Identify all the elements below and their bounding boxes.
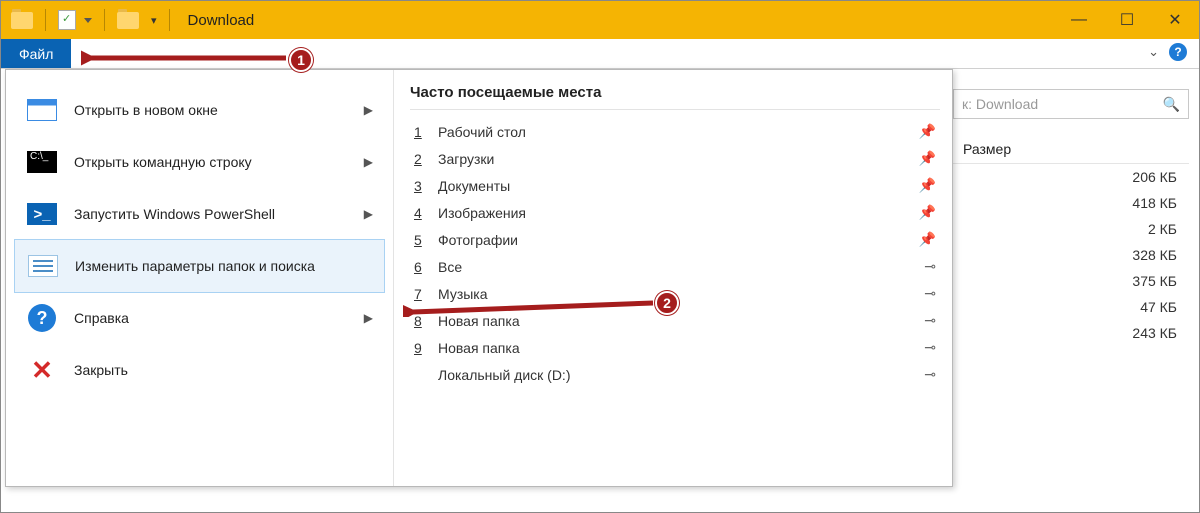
file-size-cell: 243 КБ <box>953 320 1189 346</box>
file-menu-item-2[interactable]: >_ Запустить Windows PowerShell ▶ <box>6 188 393 240</box>
maximize-button[interactable]: ☐ <box>1103 1 1151 39</box>
search-icon[interactable]: 🔍 <box>1163 96 1180 113</box>
file-menu-item-1[interactable]: C:\_ Открыть командную строку ▶ <box>6 136 393 188</box>
file-menu-item-label: Открыть командную строку <box>74 154 252 170</box>
annotation-arrow-2 <box>403 291 658 317</box>
opts-icon <box>25 250 61 282</box>
pin-icon[interactable]: 📌 <box>919 123 936 140</box>
window-icon <box>24 94 60 126</box>
separator <box>169 9 170 31</box>
file-size-cell: 206 КБ <box>953 164 1189 190</box>
frequent-place-item[interactable]: 6 Все ⊸ <box>410 253 940 280</box>
separator <box>45 9 46 31</box>
frequent-place-number: 9 <box>414 340 432 356</box>
file-size-list: 206 КБ418 КБ2 КБ328 КБ375 КБ47 КБ243 КБ <box>953 164 1189 346</box>
file-size-cell: 375 КБ <box>953 268 1189 294</box>
submenu-arrow-icon: ▶ <box>364 207 381 221</box>
cmd-icon: C:\_ <box>24 146 60 178</box>
frequent-place-number: 3 <box>414 178 432 194</box>
annotation-arrow-1 <box>81 48 291 68</box>
file-size-cell: 2 КБ <box>953 216 1189 242</box>
submenu-arrow-icon: ▶ <box>364 311 381 325</box>
frequent-place-label: Локальный диск (D:) <box>438 367 571 383</box>
close-icon: ✕ <box>24 354 60 386</box>
frequent-place-label: Все <box>438 259 462 275</box>
frequent-place-item[interactable]: 2 Загрузки 📌 <box>410 145 940 172</box>
frequent-place-number: 5 <box>414 232 432 248</box>
qat-dropdown-icon[interactable] <box>84 18 92 23</box>
pin-icon[interactable]: 📌 <box>919 204 936 221</box>
close-button[interactable]: ✕ <box>1151 1 1199 39</box>
frequent-place-item[interactable]: 9 Новая папка ⊸ <box>410 334 940 361</box>
search-input[interactable]: к: Download 🔍 <box>953 89 1189 119</box>
help-icon[interactable]: ? <box>1169 43 1187 61</box>
search-placeholder: к: Download <box>962 96 1038 112</box>
window-title: Download <box>188 12 255 29</box>
ribbon-right-controls: ⌄ ? <box>1148 43 1187 61</box>
frequent-place-label: Загрузки <box>438 151 494 167</box>
minimize-button[interactable]: — <box>1055 1 1103 39</box>
file-menu-commands: Открыть в новом окне ▶ C:\_ Открыть командн… <box>6 70 394 486</box>
file-menu-item-label: Справка <box>74 310 129 326</box>
pin-icon[interactable]: 📌 <box>919 231 936 248</box>
file-menu-item-4[interactable]: ? Справка ▶ <box>6 292 393 344</box>
file-menu-item-3[interactable]: Изменить параметры папок и поиска <box>14 239 385 293</box>
submenu-arrow-icon: ▶ <box>364 103 381 117</box>
file-menu-item-label: Открыть в новом окне <box>74 102 218 118</box>
file-size-cell: 328 КБ <box>953 242 1189 268</box>
pin-icon[interactable]: 📌 <box>919 177 936 194</box>
frequent-place-label: Новая папка <box>438 340 520 356</box>
file-menu-item-0[interactable]: Открыть в новом окне ▶ <box>6 84 393 136</box>
frequent-place-number: 1 <box>414 124 432 140</box>
file-menu-item-label: Закрыть <box>74 362 128 378</box>
chevron-down-icon[interactable]: ⌄ <box>1148 44 1159 60</box>
file-menu-dropdown: Открыть в новом окне ▶ C:\_ Открыть командн… <box>5 69 953 487</box>
pin-icon[interactable]: ⊸ <box>924 339 936 356</box>
frequent-place-number: 2 <box>414 151 432 167</box>
ribbon-toggle-icon[interactable]: ▾ <box>151 14 157 27</box>
folder-icon <box>11 12 33 29</box>
window-controls: — ☐ ✕ <box>1055 1 1199 39</box>
pin-icon[interactable]: ⊸ <box>924 366 936 383</box>
file-size-cell: 47 КБ <box>953 294 1189 320</box>
file-menu-item-label: Изменить параметры папок и поиска <box>75 258 315 274</box>
quick-access-toolbar: ▾ <box>1 9 174 31</box>
pin-icon[interactable]: ⊸ <box>924 312 936 329</box>
frequent-place-item[interactable]: 1 Рабочий стол 📌 <box>410 118 940 145</box>
frequent-place-label: Фотографии <box>438 232 518 248</box>
ps-icon: >_ <box>24 198 60 230</box>
submenu-arrow-icon: ▶ <box>364 155 381 169</box>
title-bar: ▾ Download — ☐ ✕ <box>1 1 1199 39</box>
frequent-place-label: Изображения <box>438 205 526 221</box>
pin-icon[interactable]: ⊸ <box>924 285 936 302</box>
frequent-place-item[interactable]: 4 Изображения 📌 <box>410 199 940 226</box>
frequent-place-number: 4 <box>414 205 432 221</box>
folder-icon <box>117 12 139 29</box>
file-menu-item-5[interactable]: ✕ Закрыть <box>6 344 393 396</box>
content-behind: к: Download 🔍 Размер 206 КБ418 КБ2 КБ328… <box>953 89 1189 346</box>
document-check-icon[interactable] <box>58 10 76 30</box>
annotation-badge-2: 2 <box>655 291 679 315</box>
file-menu-item-label: Запустить Windows PowerShell <box>74 206 275 222</box>
pin-icon[interactable]: 📌 <box>919 150 936 167</box>
separator <box>104 9 105 31</box>
frequent-place-item[interactable]: 5 Фотографии 📌 <box>410 226 940 253</box>
frequent-places-heading: Часто посещаемые места <box>410 84 940 110</box>
pin-icon[interactable]: ⊸ <box>924 258 936 275</box>
frequent-place-label: Документы <box>438 178 510 194</box>
file-size-cell: 418 КБ <box>953 190 1189 216</box>
file-tab[interactable]: Файл <box>1 39 71 68</box>
frequent-place-item[interactable]: 3 Документы 📌 <box>410 172 940 199</box>
frequent-place-item[interactable]: Локальный диск (D:) ⊸ <box>410 361 940 388</box>
frequent-place-number: 6 <box>414 259 432 275</box>
help-icon: ? <box>24 302 60 334</box>
column-header-size[interactable]: Размер <box>953 135 1189 164</box>
frequent-places-list: 1 Рабочий стол 📌 2 Загрузки 📌 3 Документы 📌 4 Изоб… <box>410 118 940 388</box>
frequent-place-label: Рабочий стол <box>438 124 526 140</box>
annotation-badge-1: 1 <box>289 48 313 72</box>
frequent-places-panel: Часто посещаемые места 1 Рабочий стол 📌 2 За… <box>394 70 952 486</box>
